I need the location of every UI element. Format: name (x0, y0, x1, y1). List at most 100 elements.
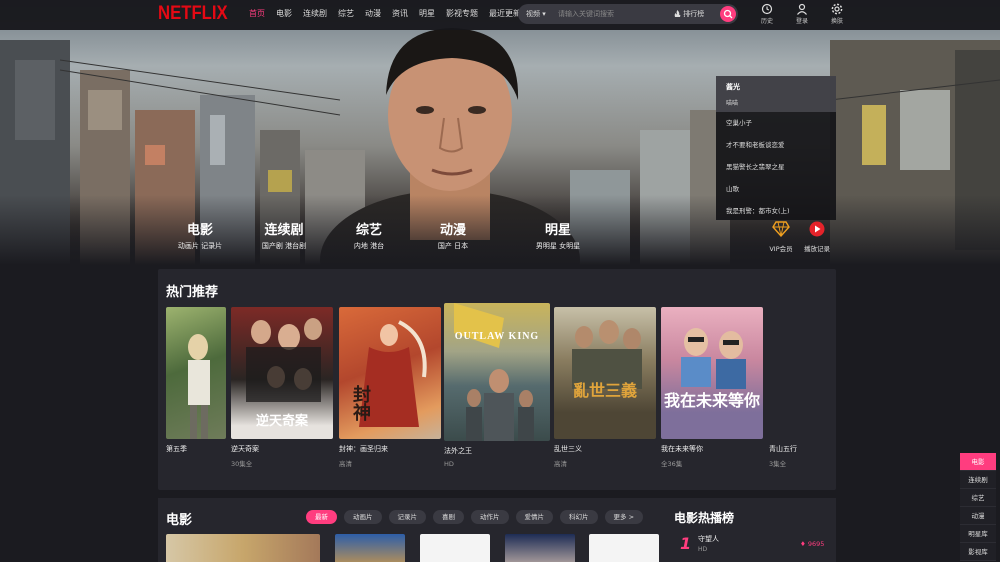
nav-link-topics[interactable]: 影视专题 (446, 8, 478, 19)
hero-cat-anime[interactable]: 动漫 国产 日本 (425, 219, 481, 251)
movie-section: 电影 最新 动画片 记录片 喜剧 动作片 爱情片 科幻片 更多 > 电影热播榜 … (158, 498, 836, 562)
filter-tab-scifi[interactable]: 科幻片 (560, 510, 598, 524)
nav-link-anime[interactable]: 动漫 (365, 8, 381, 19)
video-title: 青山五行 (769, 445, 797, 453)
dropdown-item[interactable]: 才不要和老板谈恋爱 (716, 134, 836, 156)
ranking-link[interactable]: 排行榜 (674, 9, 704, 19)
search-icon (723, 9, 733, 19)
play-record-button[interactable]: 播放记录 (800, 221, 834, 253)
nav-link-movie[interactable]: 电影 (276, 8, 292, 19)
movie-thumbnail[interactable] (589, 534, 659, 562)
dropdown-active-title: 酱光 (726, 83, 740, 91)
rank-heat: ♦ 9695 (800, 540, 825, 548)
main-nav: 首页 电影 连续剧 综艺 动漫 资讯 明星 影视专题 最近更新 (249, 8, 521, 19)
vip-label: VIP会员 (769, 245, 793, 253)
dropdown-item[interactable]: 我是刑警：都市女(上) (716, 200, 836, 222)
video-card[interactable]: 第五季 (166, 307, 226, 458)
video-title: 我在未来等你 (661, 445, 703, 453)
hero-cat-sub: 内地 港台 (353, 242, 385, 250)
hero-cat-sub: 动画片 记录片 (177, 242, 223, 250)
dropdown-item[interactable]: 空巢小子 (716, 112, 836, 134)
skin-label: 换肤 (830, 18, 843, 25)
movie-thumbnail[interactable] (166, 534, 320, 562)
nav-link-news[interactable]: 资讯 (392, 8, 408, 19)
history-button[interactable]: 历史 (757, 3, 777, 25)
video-card[interactable]: OUTLAW KING 法外之王 HD (444, 303, 550, 468)
hero-banner[interactable] (0, 0, 1000, 265)
video-card[interactable]: 逆天奇案 逆天奇案 30集全 (231, 307, 333, 468)
video-status: HD (444, 460, 454, 468)
movie-thumbnail[interactable] (335, 534, 405, 562)
poster-title-text: 逆天奇案 (255, 414, 308, 429)
search-scope-select[interactable]: 视频 ▾ (526, 9, 546, 19)
video-status: 30集全 (231, 460, 253, 468)
hero-cat-sub: 男明星 女明星 (535, 242, 581, 250)
hero-cat-movie[interactable]: 电影 动画片 记录片 (172, 219, 228, 251)
hero-cat-title: 电影 (186, 223, 213, 238)
settings-icon (831, 3, 843, 15)
movie-thumbnail[interactable] (505, 534, 575, 562)
side-nav-series[interactable]: 连续剧 (960, 471, 996, 489)
video-status: 3集全 (769, 460, 787, 468)
dropdown-active-item[interactable]: 酱光 喵喵 (716, 76, 836, 112)
filter-tab-more[interactable]: 更多 > (604, 510, 644, 524)
history-label: 历史 (760, 18, 773, 25)
skin-button[interactable]: 换肤 (827, 3, 847, 25)
dropdown-item[interactable]: 山歌 (716, 178, 836, 200)
search-input[interactable] (558, 7, 668, 21)
video-status: 高清 (554, 460, 567, 468)
video-title: 乱世三义 (554, 445, 582, 453)
filter-tab-romance[interactable]: 爱情片 (515, 510, 553, 524)
top-nav: NETFLIX 首页 电影 连续剧 综艺 动漫 资讯 明星 影视专题 最近更新 … (0, 0, 1000, 30)
login-label: 登录 (795, 18, 808, 25)
rank-item[interactable]: 1 守望人 HD (680, 534, 719, 553)
side-nav-videos[interactable]: 影视库 (960, 543, 996, 561)
diamond-icon (772, 221, 790, 238)
user-icon (797, 3, 807, 15)
recommend-dropdown: 酱光 喵喵 空巢小子 才不要和老板谈恋爱 黑猫警长之翡翠之星 山歌 我是刑警：都… (716, 76, 836, 220)
side-nav-anime[interactable]: 动漫 (960, 507, 996, 525)
nav-link-series[interactable]: 连续剧 (303, 8, 327, 19)
side-nav-stars[interactable]: 明星库 (960, 525, 996, 543)
movie-rank-title: 电影热播榜 (674, 511, 735, 525)
video-title: 逆天奇案 (231, 445, 259, 453)
site-logo[interactable]: NETFLIX (158, 3, 228, 25)
video-status: 全36集 (661, 460, 683, 468)
rank-number: 1 (680, 534, 692, 553)
login-button[interactable]: 登录 (792, 3, 812, 25)
filter-tab-animation[interactable]: 动画片 (344, 510, 382, 524)
hero-cat-variety[interactable]: 综艺 内地 港台 (341, 219, 397, 251)
hero-cat-title: 综艺 (355, 223, 382, 238)
video-card[interactable]: 青山五行 3集全 (769, 307, 829, 468)
movie-thumbnail[interactable] (420, 534, 490, 562)
filter-tab-comedy[interactable]: 喜剧 (433, 510, 464, 524)
play-circle-icon (809, 221, 825, 237)
poster-title-text: 封神 (350, 385, 371, 421)
search-button[interactable] (720, 6, 736, 22)
dropdown-item[interactable]: 黑猫警长之翡翠之星 (716, 156, 836, 178)
video-card[interactable]: 封神 封神：画圣归来 高清 (339, 307, 441, 468)
video-status: 高清 (339, 460, 352, 468)
video-title: 封神：画圣归来 (339, 445, 388, 453)
video-card[interactable]: 我在未来等你 我在未来等你 全36集 (661, 307, 763, 468)
video-poster: 逆天奇案 (231, 307, 333, 439)
rank-name: 守望人 (698, 535, 719, 543)
nav-link-latest[interactable]: 最近更新 (489, 8, 521, 19)
hero-cat-series[interactable]: 连续剧 国产剧 港台剧 (256, 219, 312, 251)
side-nav-movie[interactable]: 电影 (960, 453, 996, 471)
nav-link-variety[interactable]: 综艺 (338, 8, 354, 19)
vip-button[interactable]: VIP会员 (764, 221, 798, 253)
hero-cat-stars[interactable]: 明星 男明星 女明星 (528, 219, 588, 251)
nav-link-home[interactable]: 首页 (249, 8, 265, 19)
side-nav-variety[interactable]: 综艺 (960, 489, 996, 507)
poster-title-text: 我在未来等你 (663, 391, 760, 410)
history-icon (761, 3, 773, 15)
video-card[interactable]: 亂世三義 乱世三义 高清 (554, 307, 656, 468)
filter-tab-documentary[interactable]: 记录片 (388, 510, 426, 524)
nav-link-stars[interactable]: 明星 (419, 8, 435, 19)
hot-section: 热门推荐 第五季 逆天奇案 逆天奇案 30集全 封神 封神：画圣归来 高清 OU… (158, 269, 836, 490)
filter-tab-action[interactable]: 动作片 (471, 510, 509, 524)
poster-art (681, 328, 746, 389)
hero-cat-title: 动漫 (439, 223, 466, 238)
filter-tab-latest[interactable]: 最新 (306, 510, 337, 524)
